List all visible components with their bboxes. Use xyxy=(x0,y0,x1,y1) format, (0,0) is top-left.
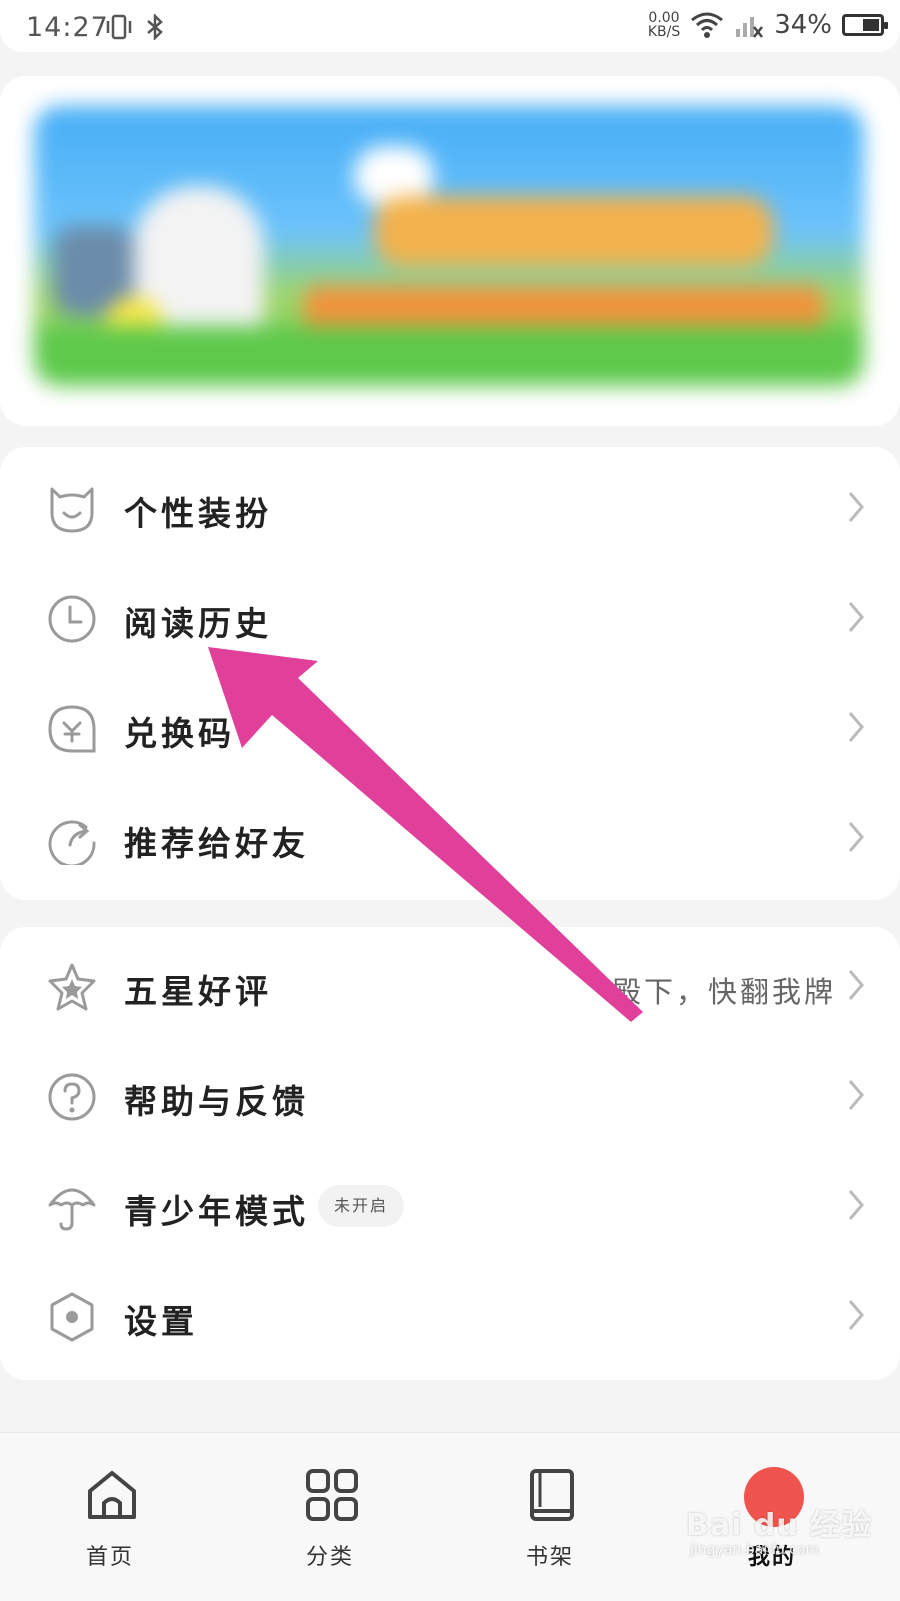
five-star-hint: 殿下，快翻我牌 xyxy=(611,975,836,1009)
menu-item-label: 青少年模式 xyxy=(124,1192,309,1231)
chevron-right-icon xyxy=(848,602,864,632)
menu-item-label: 兑换码 xyxy=(124,714,235,753)
chevron-right-icon xyxy=(848,970,864,1000)
menu-item-settings[interactable]: 设置 xyxy=(0,1261,900,1371)
share-icon xyxy=(48,820,96,865)
menu-item-reading-history[interactable]: 阅读历史 xyxy=(0,563,900,673)
menu-item-label: 五星好评 xyxy=(124,972,272,1011)
status-time: 14:27 xyxy=(26,12,109,43)
help-icon xyxy=(48,1073,96,1121)
menu-item-label: 推荐给好友 xyxy=(124,824,309,863)
watermark-text: Bai du 经验 xyxy=(686,1508,873,1543)
menu-item-help-feedback[interactable]: 帮助与反馈 xyxy=(0,1041,900,1151)
menu-group-account: 个性装扮 阅读历史 兑换码 推荐给好友 xyxy=(0,447,900,900)
menu-item-youth-mode[interactable]: 青少年模式 未开启 xyxy=(0,1151,900,1261)
home-icon xyxy=(88,1471,136,1519)
vibrate-icon xyxy=(106,14,132,40)
nav-bookshelf[interactable]: 书架 xyxy=(490,1433,610,1601)
bluetooth-icon xyxy=(147,14,163,40)
net-speed: 0.00 KB/S xyxy=(648,11,680,39)
status-left-icons xyxy=(104,14,166,40)
chevron-right-icon xyxy=(848,822,864,852)
chevron-right-icon xyxy=(848,1300,864,1330)
no-signal-icon xyxy=(736,17,764,38)
battery-icon xyxy=(842,14,888,36)
net-speed-unit: KB/S xyxy=(647,24,681,40)
chevron-right-icon xyxy=(848,492,864,522)
promo-banner[interactable] xyxy=(34,106,864,386)
status-bar: 14:27 0.00 KB/S 34% xyxy=(0,0,900,52)
bookshelf-icon xyxy=(530,1469,574,1521)
umbrella-icon xyxy=(48,1188,96,1231)
nav-label: 分类 xyxy=(305,1545,354,1570)
menu-item-five-star[interactable]: 五星好评 殿下，快翻我牌 xyxy=(0,931,900,1041)
settings-hexagon-icon xyxy=(50,1292,94,1342)
nav-home[interactable]: 首页 xyxy=(50,1433,170,1601)
menu-group-other: 五星好评 殿下，快翻我牌 帮助与反馈 青少年模式 未开启 设置 xyxy=(0,927,900,1380)
menu-item-recommend-friend[interactable]: 推荐给好友 xyxy=(0,783,900,893)
chevron-right-icon xyxy=(848,1190,864,1220)
chevron-right-icon xyxy=(848,712,864,742)
net-speed-value: 0.00 xyxy=(648,10,680,26)
menu-item-dress-up[interactable]: 个性装扮 xyxy=(0,453,900,563)
redeem-code-icon xyxy=(48,705,96,753)
cat-face-icon xyxy=(50,487,94,533)
menu-item-redeem-code[interactable]: 兑换码 xyxy=(0,673,900,783)
watermark-url: jingyan.baidu.com xyxy=(690,1542,820,1558)
grid-icon xyxy=(306,1469,358,1521)
youth-mode-status-badge: 未开启 xyxy=(318,1185,405,1227)
menu-item-label: 设置 xyxy=(124,1302,198,1341)
chevron-right-icon xyxy=(848,1080,864,1110)
status-right: 0.00 KB/S 34% xyxy=(648,10,888,40)
menu-item-label: 帮助与反馈 xyxy=(124,1082,309,1121)
menu-item-label: 阅读历史 xyxy=(124,604,272,643)
clock-icon xyxy=(48,595,96,643)
star-icon xyxy=(48,963,96,1011)
nav-label: 书架 xyxy=(525,1545,574,1570)
nav-label: 首页 xyxy=(85,1545,134,1570)
wifi-icon xyxy=(691,12,724,38)
menu-item-label: 个性装扮 xyxy=(124,494,272,533)
nav-category[interactable]: 分类 xyxy=(270,1433,390,1601)
battery-percent: 34% xyxy=(774,10,832,40)
banner-card xyxy=(0,76,900,426)
